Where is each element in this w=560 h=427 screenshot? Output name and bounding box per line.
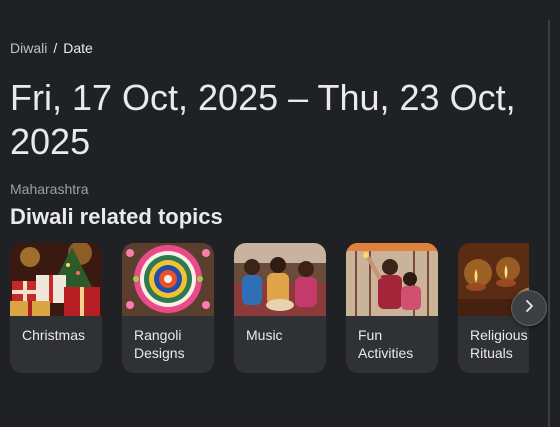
related-topics-carousel: Christmas Rangoli Designs Music Fun Acti…: [0, 243, 529, 373]
christmas-gifts-image: [10, 243, 102, 316]
breadcrumb-link-diwali[interactable]: Diwali: [10, 40, 47, 56]
page-title: Fri, 17 Oct, 2025 – Thu, 23 Oct, 2025: [10, 77, 516, 162]
chevron-right-icon: [522, 299, 536, 318]
topic-card-rangoli-designs[interactable]: Rangoli Designs: [122, 243, 214, 373]
topic-card-fun-activities[interactable]: Fun Activities: [346, 243, 438, 373]
topic-card-christmas[interactable]: Christmas: [10, 243, 102, 373]
fun-activities-image: [346, 243, 438, 316]
rangoli-pattern-image: [122, 243, 214, 316]
related-topics-heading: Diwali related topics: [10, 204, 223, 229]
topic-card-label: Religious Rituals: [470, 327, 528, 361]
topic-card-label: Christmas: [22, 327, 86, 343]
music-celebration-image: [234, 243, 326, 316]
topic-card-music[interactable]: Music: [234, 243, 326, 373]
topic-card-label: Music: [246, 327, 283, 343]
carousel-next-button[interactable]: [511, 290, 547, 326]
page-scrollbar[interactable]: [548, 20, 550, 427]
breadcrumb-separator: /: [53, 40, 58, 56]
breadcrumb: Diwali / Date: [10, 40, 93, 56]
region-label: Maharashtra: [10, 181, 89, 197]
topic-card-label: Rangoli Designs: [134, 327, 185, 361]
topic-card-label: Fun Activities: [358, 327, 414, 361]
breadcrumb-current: Date: [63, 40, 93, 56]
